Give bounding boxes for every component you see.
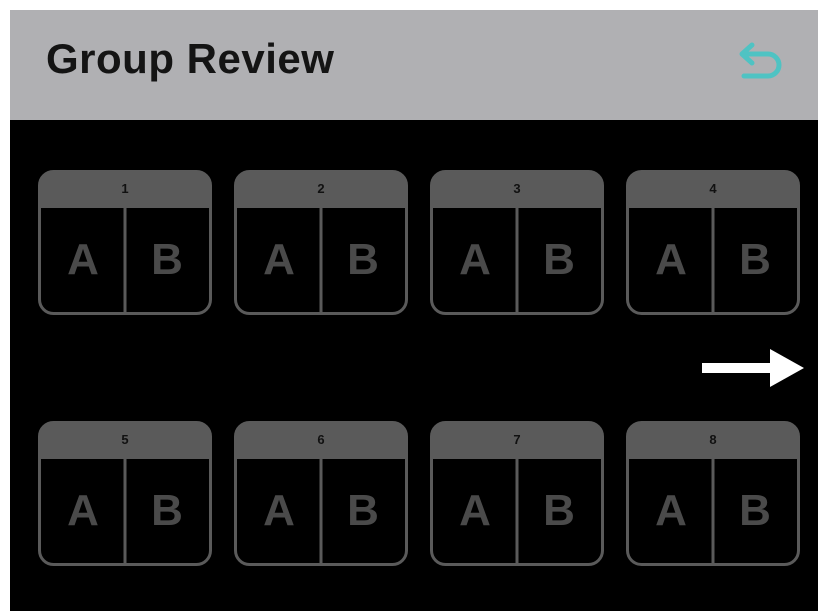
- next-page-button[interactable]: [700, 346, 806, 390]
- group-number: 3: [513, 181, 521, 196]
- group-card-6[interactable]: 6 A B: [234, 421, 408, 566]
- group-number: 7: [513, 432, 521, 447]
- slot-a[interactable]: A: [42, 208, 124, 312]
- slot-b[interactable]: B: [714, 208, 796, 312]
- right-arrow-icon: [702, 349, 804, 387]
- group-number: 2: [317, 181, 325, 196]
- page-title: Group Review: [46, 35, 335, 82]
- slot-b[interactable]: B: [518, 459, 600, 563]
- slot-a[interactable]: A: [434, 208, 516, 312]
- group-number: 4: [709, 181, 717, 196]
- group-card-5[interactable]: 5 A B: [38, 421, 212, 566]
- back-button[interactable]: [732, 40, 784, 88]
- group-card-2[interactable]: 2 A B: [234, 170, 408, 315]
- slot-b[interactable]: B: [126, 208, 208, 312]
- group-card-8[interactable]: 8 A B: [626, 421, 800, 566]
- slot-b[interactable]: B: [126, 459, 208, 563]
- slot-a[interactable]: A: [434, 459, 516, 563]
- group-card-1[interactable]: 1 A B: [38, 170, 212, 315]
- group-number: 1: [121, 181, 129, 196]
- group-card-7[interactable]: 7 A B: [430, 421, 604, 566]
- slot-a[interactable]: A: [630, 459, 712, 563]
- group-number: 8: [709, 432, 717, 447]
- slot-b[interactable]: B: [714, 459, 796, 563]
- group-number: 5: [121, 432, 129, 447]
- return-arrow-icon: [739, 42, 782, 79]
- group-review-screen: Group Review 1 A B 2 A B 3 A B 4 A B 5 A…: [10, 10, 818, 611]
- group-number: 6: [317, 432, 325, 447]
- slot-a[interactable]: A: [238, 208, 320, 312]
- group-card-3[interactable]: 3 A B: [430, 170, 604, 315]
- group-card-4[interactable]: 4 A B: [626, 170, 800, 315]
- header-bar: Group Review: [10, 10, 818, 120]
- slot-a[interactable]: A: [42, 459, 124, 563]
- slot-b[interactable]: B: [322, 459, 404, 563]
- slot-b[interactable]: B: [322, 208, 404, 312]
- slot-b[interactable]: B: [518, 208, 600, 312]
- slot-a[interactable]: A: [630, 208, 712, 312]
- slot-a[interactable]: A: [238, 459, 320, 563]
